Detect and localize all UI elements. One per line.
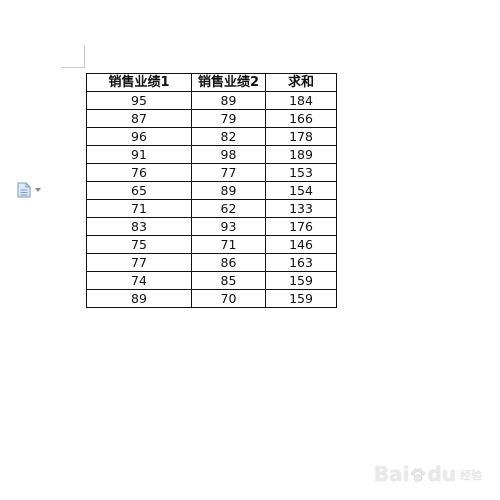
cell-sales-2: 70 [191, 289, 266, 308]
table-row: 89 70 159 [86, 289, 337, 308]
table-row: 87 79 166 [86, 109, 337, 128]
cell-sales-1: 89 [86, 289, 192, 308]
cell-sales-1: 74 [86, 271, 192, 290]
cell-sales-1: 96 [86, 127, 192, 146]
cell-sum: 166 [265, 109, 337, 128]
cell-sum: 184 [265, 91, 337, 110]
table-row: 91 98 189 [86, 145, 337, 164]
cell-sales-1: 71 [86, 199, 192, 218]
baidu-watermark: Bai du 经验 [374, 462, 482, 486]
cell-sum: 189 [265, 145, 337, 164]
cell-sales-2: 86 [191, 253, 266, 272]
table-row: 77 86 163 [86, 253, 337, 272]
cell-sales-2: 89 [191, 91, 266, 110]
table-row: 76 77 153 [86, 163, 337, 182]
cell-sales-1: 91 [86, 145, 192, 164]
cell-sum: 178 [265, 127, 337, 146]
cell-sum: 133 [265, 199, 337, 218]
cell-sales-1: 75 [86, 235, 192, 254]
page-margin-corner-marker [62, 45, 85, 68]
table-row: 75 71 146 [86, 235, 337, 254]
sales-table: 销售业绩1 销售业绩2 求和 95 89 184 87 79 166 96 82 178 91 98… [86, 73, 337, 308]
table-row: 65 89 154 [86, 181, 337, 200]
table-row: 74 85 159 [86, 271, 337, 290]
watermark-logo-suffix: du [427, 462, 456, 486]
cell-sales-1: 77 [86, 253, 192, 272]
cell-sales-2: 71 [191, 235, 266, 254]
header-sales-1: 销售业绩1 [86, 73, 192, 92]
cell-sales-1: 65 [86, 181, 192, 200]
cell-sum: 146 [265, 235, 337, 254]
cell-sales-1: 95 [86, 91, 192, 110]
cell-sales-2: 89 [191, 181, 266, 200]
cell-sales-2: 93 [191, 217, 266, 236]
cell-sum: 176 [265, 217, 337, 236]
header-sum: 求和 [265, 73, 337, 92]
watermark-text: 经验 [460, 469, 482, 482]
cell-sales-2: 85 [191, 271, 266, 290]
cell-sum: 154 [265, 181, 337, 200]
table-row: 96 82 178 [86, 127, 337, 146]
cell-sales-2: 79 [191, 109, 266, 128]
paw-icon [410, 467, 426, 483]
cell-sales-2: 82 [191, 127, 266, 146]
cell-sum: 159 [265, 289, 337, 308]
table-body: 95 89 184 87 79 166 96 82 178 91 98 189 76 77 153 65 89 1… [86, 91, 337, 308]
cell-sum: 153 [265, 163, 337, 182]
cell-sales-2: 98 [191, 145, 266, 164]
cell-sales-1: 83 [86, 217, 192, 236]
cell-sum: 159 [265, 271, 337, 290]
paste-options-icon [17, 182, 31, 198]
cell-sales-2: 62 [191, 199, 266, 218]
cell-sales-2: 77 [191, 163, 266, 182]
cell-sales-1: 87 [86, 109, 192, 128]
cell-sum: 163 [265, 253, 337, 272]
header-sales-2: 销售业绩2 [191, 73, 266, 92]
table-row: 83 93 176 [86, 217, 337, 236]
table-row: 95 89 184 [86, 91, 337, 110]
table-row: 71 62 133 [86, 199, 337, 218]
chevron-down-icon [35, 188, 41, 192]
watermark-logo-text: Bai [373, 462, 410, 486]
cell-sales-1: 76 [86, 163, 192, 182]
table-header-row: 销售业绩1 销售业绩2 求和 [86, 73, 337, 92]
paste-options-button[interactable] [17, 182, 47, 198]
